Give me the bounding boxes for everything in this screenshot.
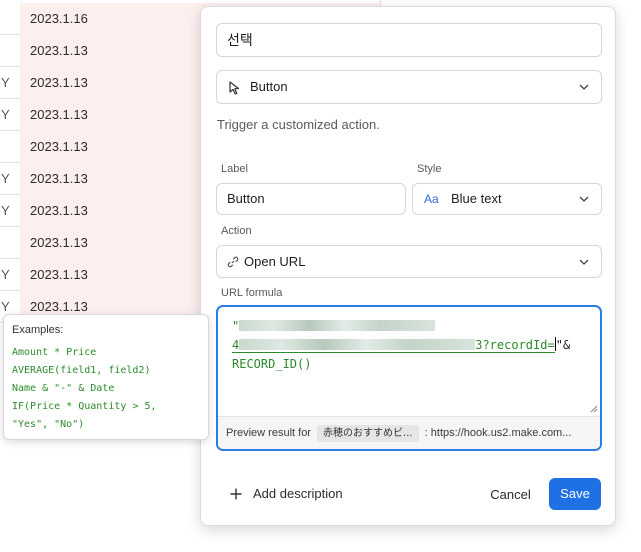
formula-line-2: 4 3?recordId="& xyxy=(232,336,586,355)
style-caption: Style xyxy=(417,163,442,175)
button-label-input[interactable]: Button xyxy=(216,183,406,215)
table-cell-edge xyxy=(0,3,20,35)
formula-concat: "& xyxy=(555,338,571,352)
field-name-input[interactable]: 선택 xyxy=(216,23,602,57)
example-line: Name & "-" & Date xyxy=(12,383,115,394)
formula-line-3: RECORD_ID() xyxy=(232,357,312,371)
cursor-arrow-icon xyxy=(229,81,240,95)
field-type-value: Button xyxy=(250,79,288,94)
action-caption: Action xyxy=(221,225,252,237)
button-style-select[interactable]: Aa Blue text xyxy=(412,183,602,215)
table-cell-edge xyxy=(0,131,20,163)
url-formula-caption: URL formula xyxy=(221,287,283,299)
redacted-url-segment xyxy=(239,339,476,350)
table-cell-edge xyxy=(0,35,20,67)
url-formula-editor[interactable]: " 4 3?recordId="& RECORD_ID() xyxy=(218,307,600,416)
example-line: "Yes", "No") xyxy=(12,419,85,430)
table-cell-edge: Y xyxy=(1,171,10,186)
field-config-panel: 선택 Button Trigger a customized action. L… xyxy=(200,6,616,526)
button-action-select[interactable]: Open URL xyxy=(216,245,602,278)
preview-result: : https://hook.us2.make.com... xyxy=(424,427,572,439)
formula-quote: " xyxy=(232,319,240,333)
chevron-down-icon xyxy=(579,259,589,265)
plus-icon xyxy=(230,488,242,500)
redacted-url-segment xyxy=(239,320,436,331)
table-cell-edge: Y xyxy=(1,107,10,122)
formula-line-1: " xyxy=(232,317,586,336)
field-type-select[interactable]: Button xyxy=(216,70,602,104)
chevron-down-icon xyxy=(579,84,589,90)
url-formula-editor-box: " 4 3?recordId="& RECORD_ID() Preview res… xyxy=(216,305,602,451)
cancel-button[interactable]: Cancel xyxy=(483,484,538,506)
field-type-description: Trigger a customized action. xyxy=(217,117,380,132)
label-caption: Label xyxy=(221,163,248,175)
add-description-button[interactable]: Add description xyxy=(230,484,343,504)
table-cell-edge: Y xyxy=(1,203,10,218)
formula-digit: 4 xyxy=(232,338,240,352)
example-line: Amount * Price xyxy=(12,347,97,358)
example-line: AVERAGE(field1, field2) xyxy=(12,365,151,376)
preview-label: Preview result for xyxy=(226,427,311,439)
button-style-value: Blue text xyxy=(451,191,502,206)
add-description-label: Add description xyxy=(253,486,343,501)
button-action-value: Open URL xyxy=(244,254,306,269)
text-style-icon: Aa xyxy=(424,192,439,206)
formula-visible-path: 3?recordId= xyxy=(475,338,555,352)
link-icon xyxy=(227,256,239,268)
formula-preview-bar: Preview result for 赤穂のおすすめビ... : https:/… xyxy=(218,416,600,449)
save-button[interactable]: Save xyxy=(549,478,601,510)
preview-record-chip[interactable]: 赤穂のおすすめビ... xyxy=(317,425,419,442)
table-cell-edge: Y xyxy=(1,267,10,282)
formula-examples-tooltip: Examples: Amount * Price AVERAGE(field1,… xyxy=(3,314,209,440)
table-cell-edge: Y xyxy=(1,75,10,90)
examples-title: Examples: xyxy=(12,324,64,336)
example-line: IF(Price * Quantity > 5, xyxy=(12,401,157,412)
resize-handle-icon[interactable] xyxy=(589,404,598,413)
table-cell-edge xyxy=(0,227,20,259)
chevron-down-icon xyxy=(579,196,589,202)
